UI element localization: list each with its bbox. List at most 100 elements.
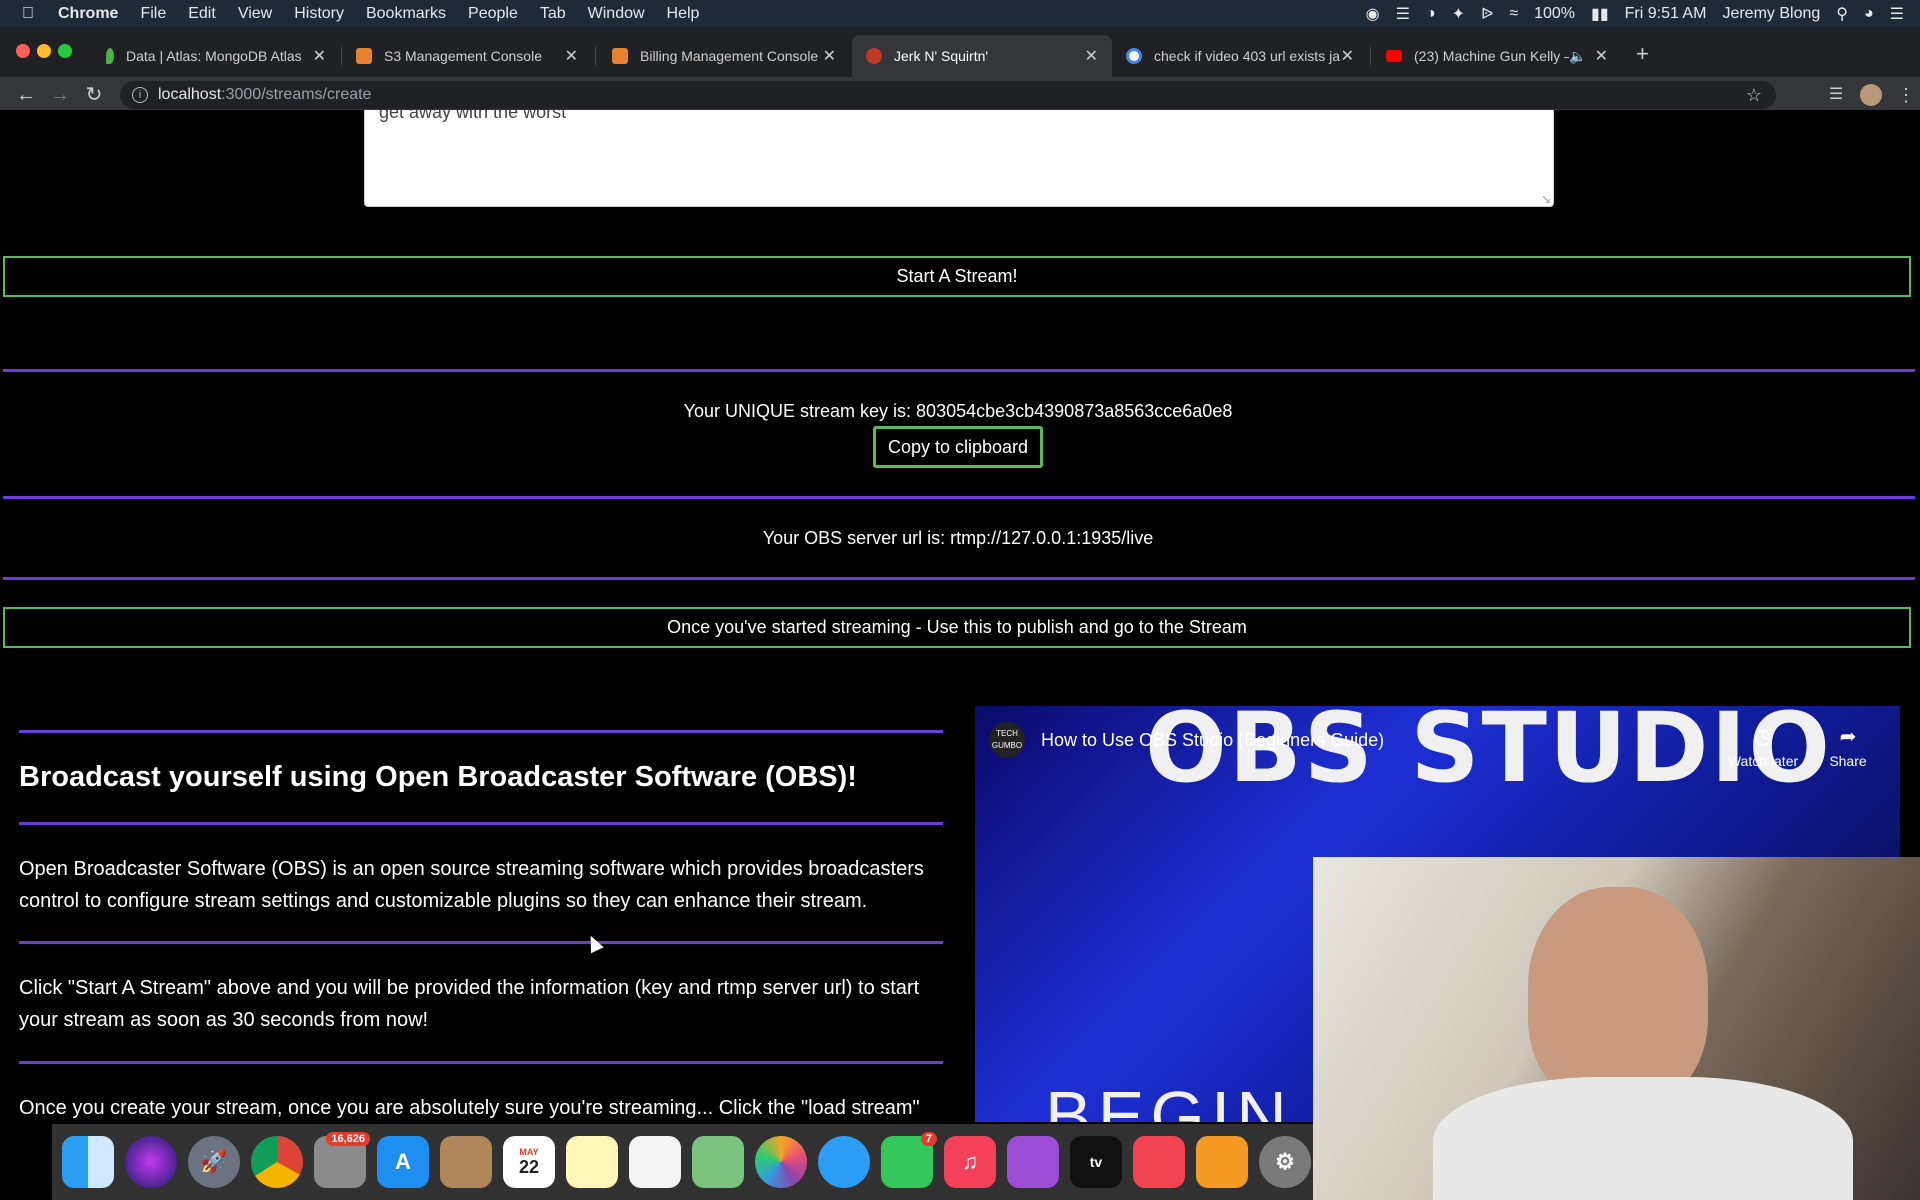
tab-mongodb-atlas[interactable]: Data | Atlas: MongoDB Atlas ✕ (92, 35, 340, 77)
status-app-icon[interactable]: ✦ (1452, 4, 1465, 24)
browser-toolbar: ← → ↻ i localhost:3000/streams/create ☆ … (0, 77, 1920, 114)
bluetooth-icon[interactable]: ᐉ (1481, 4, 1493, 24)
status-app-icon[interactable]: ◉ (1366, 4, 1380, 24)
menu-help[interactable]: Help (667, 5, 700, 23)
close-tab-icon[interactable]: ✕ (565, 46, 578, 66)
reload-icon[interactable]: ↻ (80, 81, 108, 109)
tab-title: Jerk N' Squirtn' (894, 48, 989, 64)
launchpad-icon[interactable]: 🚀 (188, 1136, 240, 1188)
spotlight-search-icon[interactable]: ⚲ (1836, 4, 1848, 24)
finder-icon[interactable] (62, 1136, 114, 1188)
maps-icon[interactable] (692, 1136, 744, 1188)
profile-avatar[interactable] (1860, 84, 1882, 106)
channel-logo[interactable]: TECH GUMBO (989, 722, 1025, 758)
close-tab-icon[interactable]: ✕ (313, 46, 326, 66)
chrome-menu-icon[interactable]: ⋮ (1892, 81, 1920, 109)
copy-to-clipboard-button[interactable]: Copy to clipboard (873, 426, 1043, 468)
google-icon (1126, 48, 1142, 64)
watch-later-button[interactable]: ◷ Watch later (1723, 724, 1803, 769)
apple-tv-icon[interactable]: tv (1070, 1136, 1122, 1188)
menu-view[interactable]: View (238, 5, 272, 23)
tab-title: Data | Atlas: MongoDB Atlas (126, 48, 302, 64)
tab-title: S3 Management Console (384, 48, 542, 64)
audio-playing-icon[interactable]: 🔈 (1569, 48, 1586, 65)
messages-icon[interactable] (818, 1136, 870, 1188)
status-app-icon[interactable]: ◑ (1426, 5, 1436, 23)
menu-tab[interactable]: Tab (540, 5, 566, 23)
media-control-icon[interactable]: ☰ (1822, 81, 1850, 109)
menu-file[interactable]: File (140, 5, 166, 23)
load-stream-instructions: Once you create your stream, once you ar… (19, 1097, 920, 1119)
battery-percent[interactable]: 100% (1534, 5, 1575, 23)
tab-youtube[interactable]: (23) Machine Gun Kelly – V 🔈 ✕ (1372, 35, 1622, 77)
reminders-icon[interactable] (629, 1136, 681, 1188)
close-tab-icon[interactable]: ✕ (1085, 46, 1098, 66)
close-tab-icon[interactable]: ✕ (823, 46, 836, 66)
tab-jerk-n-squirtn[interactable]: Jerk N' Squirtn' ✕ (852, 35, 1112, 77)
divider (19, 822, 943, 825)
resize-handle-icon[interactable]: ↘ (1541, 192, 1551, 206)
address-bar[interactable]: i localhost:3000/streams/create ☆ (120, 81, 1776, 109)
tab-billing-console[interactable]: Billing Management Console ✕ (598, 35, 850, 77)
facetime-icon[interactable]: 7 (881, 1132, 937, 1188)
divider (19, 730, 943, 733)
forward-icon[interactable]: → (46, 81, 74, 109)
close-tab-icon[interactable]: ✕ (1595, 46, 1608, 66)
app-favicon-icon (866, 48, 882, 64)
description-textarea[interactable]: get away with the worst ↘ (364, 110, 1554, 207)
new-tab-button[interactable]: + (1636, 41, 1649, 67)
notes-icon[interactable] (566, 1136, 618, 1188)
mail-icon[interactable]: 16,626 (314, 1132, 370, 1188)
youtube-icon (1386, 50, 1402, 62)
divider (19, 941, 943, 944)
aws-icon (356, 48, 372, 64)
contacts-icon[interactable] (440, 1136, 492, 1188)
menu-bookmarks[interactable]: Bookmarks (366, 5, 446, 23)
stream-key-text: Your UNIQUE stream key is: 803054cbe3cb4… (683, 401, 1233, 421)
tab-s3-console[interactable]: S3 Management Console ✕ (342, 35, 592, 77)
calendar-icon[interactable]: MAY 22 (503, 1136, 555, 1188)
system-preferences-icon[interactable]: ⚙ (1259, 1136, 1311, 1188)
fullscreen-window-button[interactable] (58, 44, 72, 58)
close-window-button[interactable] (16, 44, 30, 58)
aws-icon (612, 48, 628, 64)
close-tab-icon[interactable]: ✕ (1341, 46, 1354, 66)
minimize-window-button[interactable] (37, 44, 51, 58)
user-name[interactable]: Jeremy Blong (1722, 5, 1820, 23)
share-label: Share (1829, 753, 1867, 769)
bookmark-star-icon[interactable]: ☆ (1746, 85, 1762, 106)
notification-center-icon[interactable]: ☰ (1890, 4, 1904, 24)
podcasts-icon[interactable] (1007, 1136, 1059, 1188)
books-icon[interactable] (1196, 1136, 1248, 1188)
music-icon[interactable]: ♫ (944, 1136, 996, 1188)
menu-history[interactable]: History (294, 5, 344, 23)
news-icon[interactable] (1133, 1136, 1185, 1188)
tab-google-search[interactable]: check if video 403 url exists ja ✕ (1112, 35, 1368, 77)
menu-window[interactable]: Window (588, 5, 645, 23)
menu-people[interactable]: People (468, 5, 518, 23)
status-app-icon[interactable]: ☰ (1396, 4, 1410, 24)
share-button[interactable]: ➦ Share (1823, 724, 1873, 769)
battery-icon[interactable]: ▮▮ (1591, 4, 1609, 24)
site-info-icon[interactable]: i (132, 87, 148, 103)
app-store-icon[interactable]: A (377, 1136, 429, 1188)
siri-icon[interactable] (125, 1136, 177, 1188)
calendar-month: MAY (519, 1146, 539, 1157)
wifi-icon[interactable]: ≈ (1509, 5, 1518, 23)
address-path: :3000/streams/create (221, 86, 372, 103)
apple-icon[interactable]:  (22, 5, 34, 23)
photos-icon[interactable] (755, 1136, 807, 1188)
publish-stream-button[interactable]: Once you've started streaming - Use this… (3, 607, 1911, 648)
video-title[interactable]: How to Use OBS Studio (Beginners Guide) (1041, 730, 1384, 751)
tab-divider (1370, 47, 1371, 65)
clock[interactable]: Fri 9:51 AM (1625, 5, 1707, 23)
siri-icon[interactable]: ◕ (1864, 5, 1874, 23)
textarea-value: get away with the worst (379, 110, 567, 122)
webcam-overlay (1313, 857, 1920, 1200)
start-stream-button[interactable]: Start A Stream! (3, 256, 1911, 297)
menu-edit[interactable]: Edit (188, 5, 216, 23)
back-icon[interactable]: ← (12, 81, 40, 109)
menu-app-name[interactable]: Chrome (58, 5, 118, 23)
chrome-icon[interactable] (251, 1136, 303, 1188)
obs-description-paragraph: Open Broadcaster Software (OBS) is an op… (19, 858, 924, 912)
